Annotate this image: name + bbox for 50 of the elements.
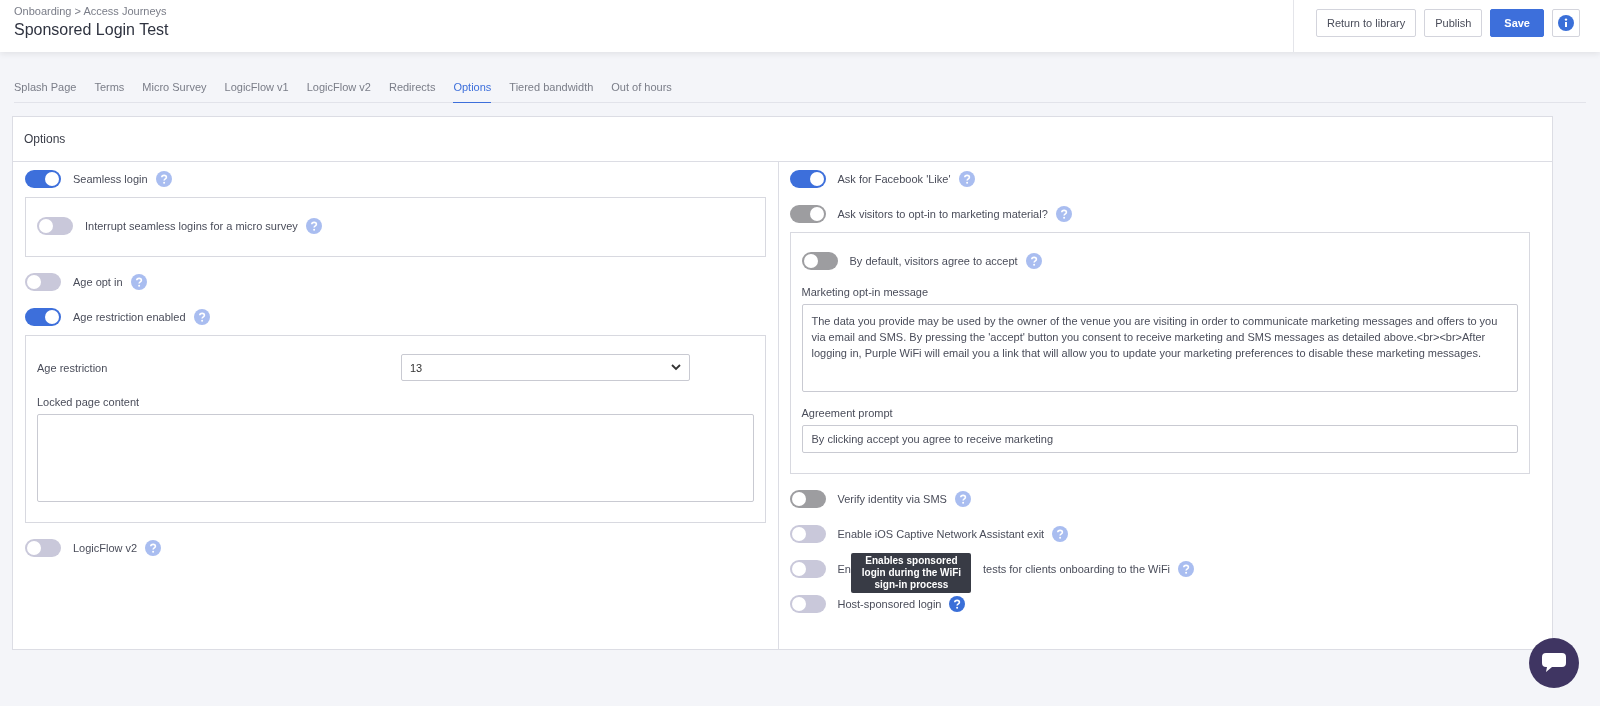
- tab[interactable]: Splash Page: [14, 76, 77, 103]
- toggle-label: Ask visitors to opt-in to marketing material?: [837, 208, 1048, 220]
- toggle-label: tests for clients onboarding to the WiFi: [982, 563, 1171, 575]
- toggle-switch[interactable]: [25, 170, 61, 188]
- toggle-switch[interactable]: [789, 525, 826, 543]
- toggle-switch[interactable]: [789, 595, 826, 613]
- toggle-label: Ask for Facebook 'Like': [837, 173, 951, 185]
- tab[interactable]: LogicFlow v1: [224, 76, 289, 103]
- age-select[interactable]: 13: [401, 354, 690, 381]
- tab[interactable]: Terms: [94, 76, 125, 103]
- panel-title: Options: [13, 117, 1552, 162]
- tab[interactable]: LogicFlow v2: [306, 76, 371, 103]
- toggle-label: Seamless login: [73, 173, 148, 185]
- breadcrumb: Onboarding > Access Journeys: [14, 5, 168, 17]
- toggle-label: En: [837, 563, 851, 575]
- save-button[interactable]: Save: [1490, 9, 1544, 37]
- toggle-switch[interactable]: [789, 560, 826, 578]
- toggle-label: Age restriction enabled: [73, 311, 186, 323]
- field-label: Marketing opt-in message: [801, 286, 930, 298]
- toggle-label: Interrupt seamless logins for a micro survey: [85, 220, 298, 232]
- toggle-label: Enable iOS Captive Network Assistant exit: [837, 528, 1045, 540]
- return-button[interactable]: Return to library: [1315, 9, 1417, 37]
- field-label: Agreement prompt: [801, 407, 894, 419]
- toggle-label: By default, visitors agree to accept: [849, 255, 1018, 267]
- toggle-label: Age opt in: [73, 276, 123, 288]
- tab[interactable]: Options: [453, 76, 492, 103]
- field-label: Age restriction: [37, 361, 109, 374]
- toggle-label: LogicFlow v2: [73, 542, 138, 554]
- help-icon[interactable]: [949, 596, 966, 612]
- tab[interactable]: Micro Survey: [142, 76, 207, 103]
- info-icon: [1558, 15, 1574, 31]
- text-area[interactable]: [37, 414, 754, 502]
- toggle-switch[interactable]: [789, 170, 826, 188]
- toggle-label: Host-sponsored login: [837, 598, 942, 610]
- toggle-switch[interactable]: [25, 273, 61, 291]
- tab[interactable]: Out of hours: [611, 76, 672, 103]
- field-label: Locked page content: [37, 396, 141, 408]
- toggle-switch[interactable]: [37, 217, 73, 235]
- tab[interactable]: Tiered bandwidth: [509, 76, 594, 103]
- toggle-switch[interactable]: [25, 539, 61, 557]
- page-title: Sponsored Login Test: [14, 21, 169, 39]
- chat-bubble-icon: [1541, 652, 1567, 674]
- toggle-switch[interactable]: [25, 308, 61, 326]
- publish-button[interactable]: Publish: [1424, 9, 1483, 37]
- toggle-label: Verify identity via SMS: [837, 493, 947, 505]
- chevron-down-icon: [671, 364, 681, 371]
- info-button[interactable]: [1552, 9, 1580, 37]
- tab[interactable]: Redirects: [388, 76, 436, 103]
- chat-button[interactable]: [1529, 638, 1579, 688]
- tooltip: Enables sponsored login during the WiFi sign-in process: [851, 553, 972, 593]
